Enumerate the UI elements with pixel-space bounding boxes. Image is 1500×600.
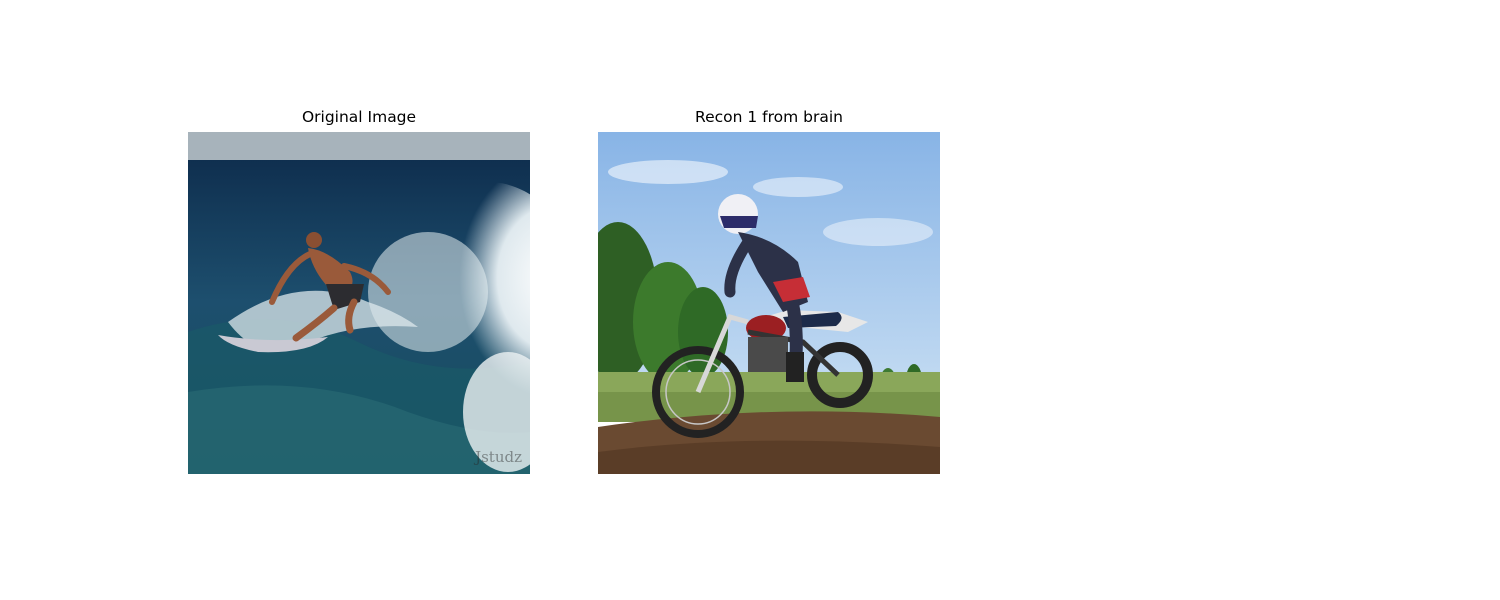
watermark-text: Jstudz [475, 448, 522, 466]
panel-title-reconstruction: Recon 1 from brain [695, 108, 843, 126]
panel-title-original: Original Image [301, 108, 417, 126]
original-image: Jstudz [188, 132, 530, 474]
reconstruction-image [598, 132, 940, 474]
